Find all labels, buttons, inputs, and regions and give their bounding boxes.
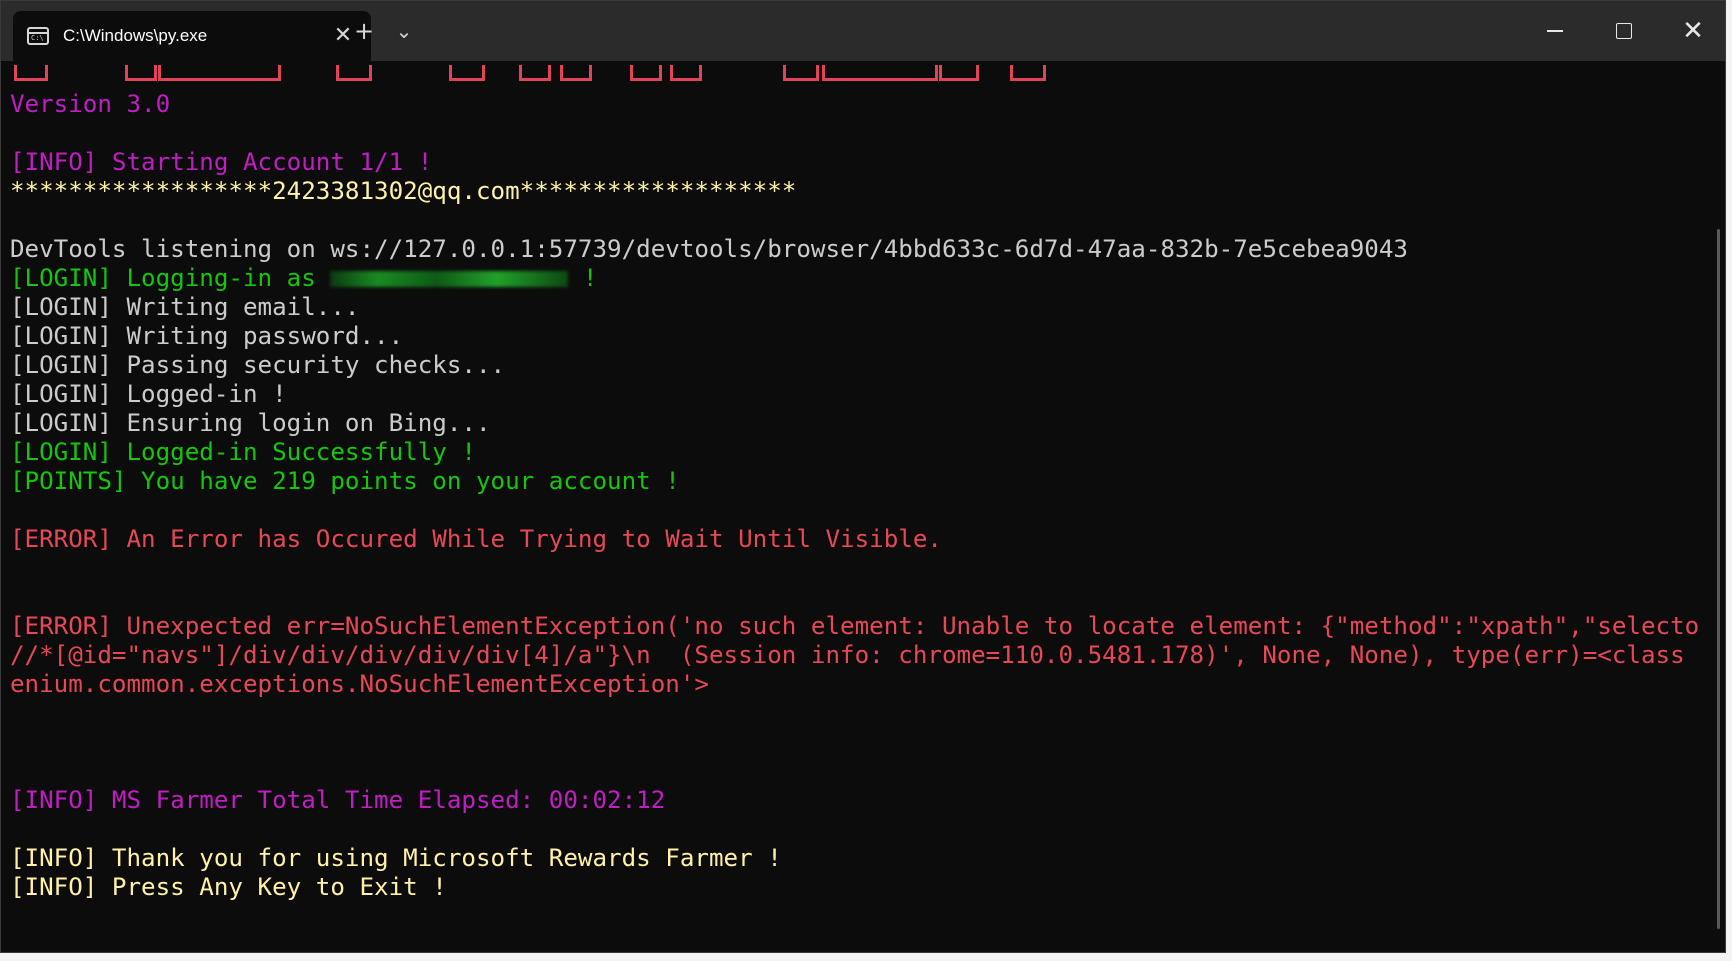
title-bar[interactable]: C:\ C:\Windows\py.exe ✕ + ⌄ ✕ — [1, 1, 1725, 61]
security-checks-line: [LOGIN] Passing security checks... — [10, 351, 506, 379]
logged-in-line: [LOGIN] Logged-in ! — [10, 380, 287, 408]
close-icon: ✕ — [1682, 16, 1704, 46]
writing-email-line: [LOGIN] Writing email... — [10, 293, 360, 321]
points-line: [POINTS] You have 219 points on your acc… — [10, 467, 680, 495]
error-unexpected-line-2: //*[@id="navs"]/div/div/div/div/div[4]/a… — [10, 641, 1701, 669]
dropdown-icon[interactable]: ⌄ — [386, 17, 422, 45]
press-key-line: [INFO] Press Any Key to Exit ! — [10, 873, 447, 901]
ensuring-bing-line: [LOGIN] Ensuring login on Bing... — [10, 409, 491, 437]
minimize-icon — [1547, 30, 1563, 32]
console-output[interactable]: Version 3.0 [INFO] Starting Account 1/1 … — [10, 61, 1701, 952]
version-line: Version 3.0 — [10, 90, 171, 118]
login-as-line: [LOGIN] Logging-in as ! — [10, 264, 598, 292]
total-time-line: [INFO] MS Farmer Total Time Elapsed: 00:… — [10, 786, 666, 814]
devtools-line: DevTools listening on ws://127.0.0.1:577… — [10, 235, 1408, 263]
minimize-button[interactable] — [1521, 1, 1589, 61]
console-icon: C:\ — [27, 27, 49, 45]
error-unexpected-line-3: enium.common.exceptions.NoSuchElementExc… — [10, 670, 709, 698]
new-tab-button[interactable]: + — [346, 17, 382, 45]
thank-you-line: [INFO] Thank you for using Microsoft Rew… — [10, 844, 782, 872]
vertical-scrollbar[interactable] — [1717, 229, 1720, 929]
tab-title: C:\Windows\py.exe — [63, 26, 208, 45]
writing-password-line: [LOGIN] Writing password... — [10, 322, 404, 350]
tab-py-exe[interactable]: C:\ C:\Windows\py.exe ✕ — [13, 11, 371, 61]
close-window-button[interactable]: ✕ — [1659, 1, 1725, 61]
ascii-banner — [10, 61, 1701, 90]
error-wait-line: [ERROR] An Error has Occured While Tryin… — [10, 525, 942, 553]
maximize-icon — [1616, 23, 1632, 39]
error-unexpected-line-1: [ERROR] Unexpected err=NoSuchElementExce… — [10, 612, 1701, 640]
starting-account-line: [INFO] Starting Account 1/1 ! — [10, 148, 433, 176]
maximize-button[interactable] — [1590, 1, 1658, 61]
login-success-line: [LOGIN] Logged-in Successfully ! — [10, 438, 476, 466]
redacted-email — [330, 271, 569, 287]
account-banner-line: ******************2423381302@qq.com*****… — [10, 177, 797, 205]
terminal-window: C:\ C:\Windows\py.exe ✕ + ⌄ ✕ Version 3.… — [0, 0, 1726, 953]
